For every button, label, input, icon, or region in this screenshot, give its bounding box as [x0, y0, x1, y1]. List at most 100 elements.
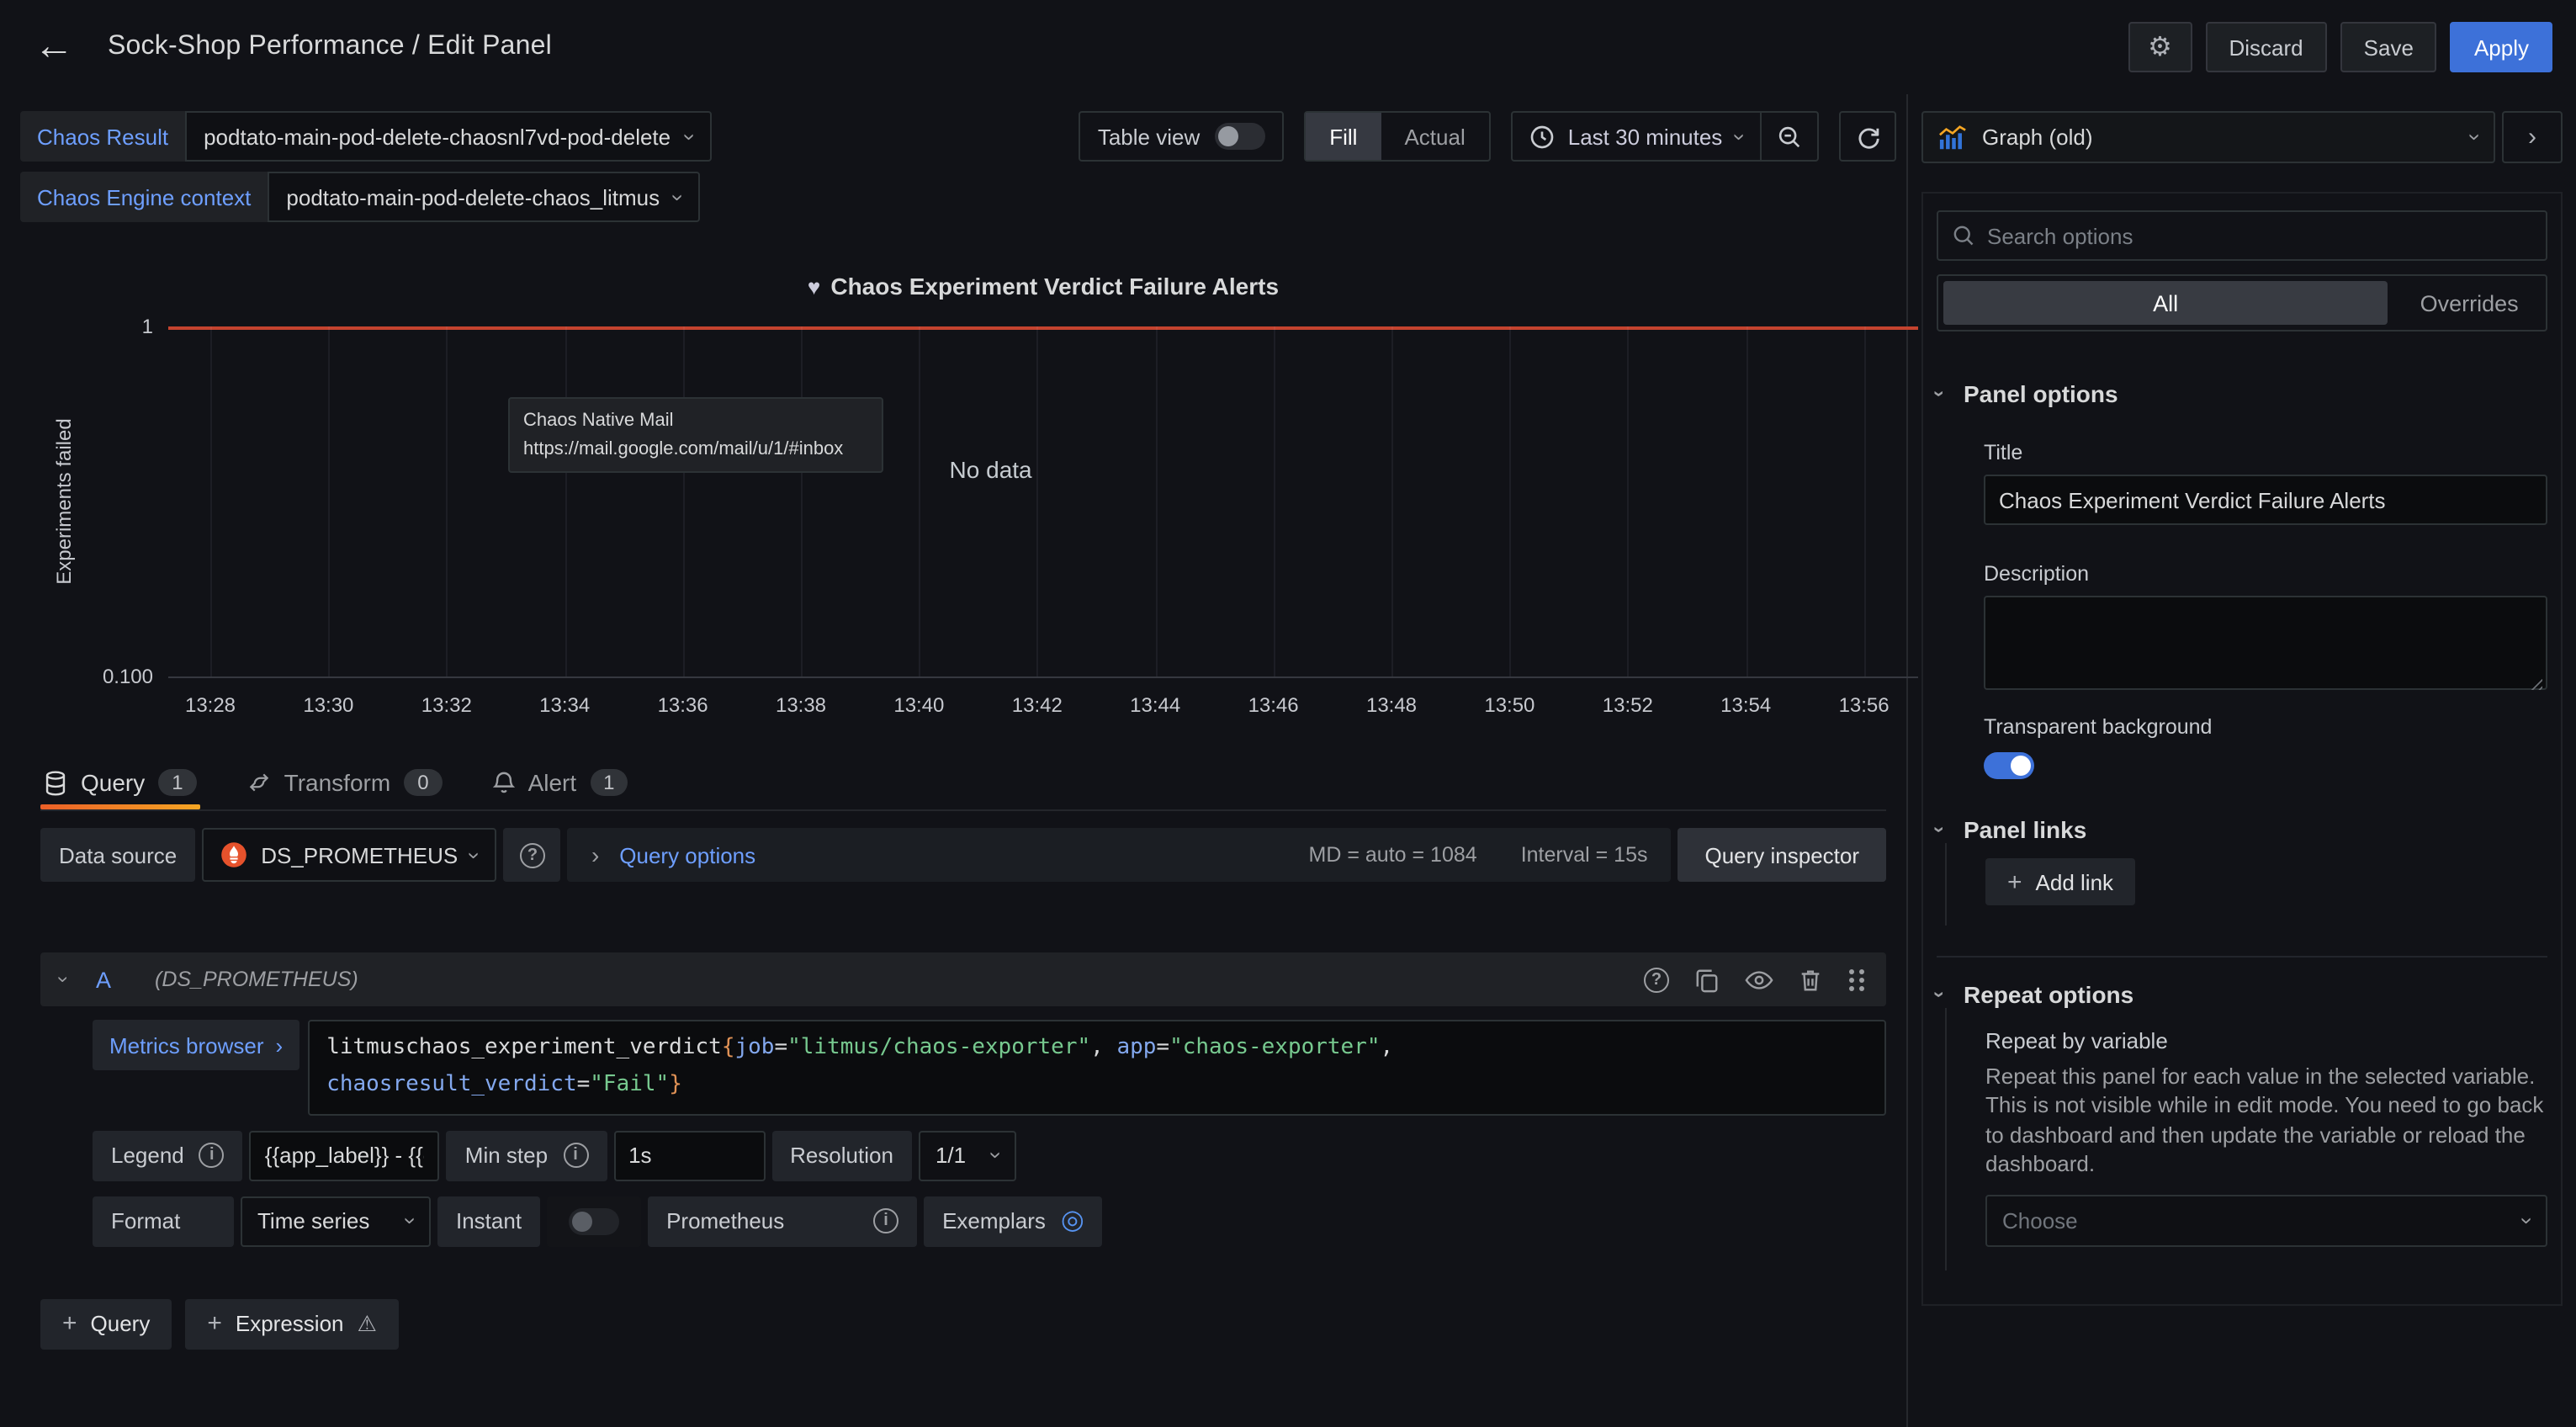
x-axis-tick: 13:50	[1484, 693, 1534, 717]
options-pane: All Overrides › Panel options Title Desc…	[1921, 192, 2563, 1306]
format-select[interactable]: Time series›	[241, 1196, 431, 1246]
visualization-picker[interactable]: Graph (old) ›	[1921, 111, 2495, 163]
drag-handle-icon[interactable]	[1847, 967, 1866, 992]
variable-value: podtato-main-pod-delete-chaos_litmus	[286, 184, 660, 210]
back-button[interactable]: ←	[24, 17, 84, 77]
exemplars-toggle[interactable]: Exemplars◎	[924, 1196, 1103, 1246]
chevron-down-icon: ›	[2516, 1217, 2538, 1225]
tab-label: Query	[81, 769, 145, 796]
table-view-toggle[interactable]	[1215, 123, 1265, 150]
repeat-variable-select[interactable]: Choose›	[1985, 1195, 2547, 1247]
query-ref-id: A	[96, 967, 111, 992]
transparent-background-toggle[interactable]	[1984, 752, 2034, 779]
panel-edit-area: Chaos Result podtato-main-pod-delete-cha…	[0, 94, 1906, 1427]
eye-icon[interactable]	[1745, 967, 1773, 992]
add-expression-button[interactable]: +Expression⚠	[185, 1298, 398, 1349]
chevron-down-icon: ›	[678, 133, 700, 141]
search-icon	[1952, 224, 1975, 247]
metrics-browser-button[interactable]: Metrics browser›	[93, 1020, 299, 1070]
section-panel-options[interactable]: › Panel options	[1937, 380, 2547, 407]
gridline	[447, 326, 448, 676]
chevron-down-icon: ›	[2464, 134, 2486, 141]
tab-all[interactable]: All	[1943, 281, 2388, 325]
min-step-input[interactable]	[613, 1130, 765, 1180]
datasource-label: Data source	[40, 828, 195, 882]
chevron-right-icon: ›	[276, 1032, 284, 1058]
threshold-line	[168, 326, 1918, 330]
query-inspector-button[interactable]: Query inspector	[1678, 828, 1886, 882]
resolution-select[interactable]: 1/1›	[919, 1130, 1016, 1180]
tab-overrides[interactable]: Overrides	[2393, 276, 2546, 330]
duplicate-icon[interactable]	[1694, 967, 1720, 992]
tab-label: Transform	[284, 769, 391, 796]
legend-input[interactable]	[250, 1130, 440, 1180]
datasource-help-button[interactable]: ?	[504, 828, 561, 882]
grafana-edit-panel: ← Sock-Shop Performance / Edit Panel ⚙ D…	[0, 0, 2576, 1427]
chevron-right-icon: ›	[591, 841, 599, 868]
query-row-header[interactable]: › A (DS_PROMETHEUS) ?	[40, 952, 1886, 1006]
tab-alert[interactable]: Alert 1	[490, 756, 632, 809]
panel-settings-button[interactable]: ⚙	[2128, 22, 2192, 72]
variable-chaos-engine-context: Chaos Engine context podtato-main-pod-de…	[20, 172, 701, 222]
gridline	[1628, 326, 1630, 676]
variable-value-dropdown[interactable]: podtato-main-pod-delete-chaos_litmus ›	[268, 172, 700, 222]
clock-icon	[1529, 124, 1555, 149]
x-axis-tick: 13:32	[421, 693, 472, 717]
discard-button[interactable]: Discard	[2206, 22, 2327, 72]
query-options-row-2: Format Time series› Instant Prometheusi	[93, 1196, 1886, 1246]
section-repeat-options[interactable]: › Repeat options	[1937, 981, 2547, 1008]
gridline	[801, 326, 803, 676]
min-step-label: Min stepi	[447, 1130, 607, 1180]
info-icon: i	[563, 1143, 588, 1168]
chevron-down-icon: ›	[985, 1152, 1007, 1159]
add-link-button[interactable]: +Add link	[1985, 858, 2135, 905]
x-axis-tick: 13:36	[658, 693, 708, 717]
time-picker: Last 30 minutes ›	[1511, 111, 1819, 162]
y-axis-tick: 1	[142, 315, 153, 338]
panel-title-input[interactable]	[1984, 475, 2547, 525]
gridline	[1509, 326, 1511, 676]
time-range-button[interactable]: Last 30 minutes ›	[1513, 113, 1760, 160]
gridline	[1037, 326, 1039, 676]
collapse-sidebar-button[interactable]: ›	[2502, 111, 2563, 163]
gridline	[1746, 326, 1747, 676]
refresh-button[interactable]	[1839, 111, 1896, 162]
panel-links-content: +Add link	[1945, 843, 2547, 926]
collapse-icon[interactable]: ›	[54, 976, 74, 983]
variable-label: Chaos Result	[20, 111, 185, 162]
description-field-label: Description	[1984, 562, 2547, 586]
gridline	[1864, 326, 1866, 676]
options-search-input[interactable]	[1987, 223, 2532, 248]
promql-expression-input[interactable]: litmuschaos_experiment_verdict{job="litm…	[308, 1020, 1886, 1115]
table-view-toggle-group[interactable]: Table view	[1079, 111, 1284, 162]
save-button[interactable]: Save	[2340, 22, 2437, 72]
query-options-toggle[interactable]: Query options	[619, 842, 755, 867]
heart-icon: ♥	[808, 274, 820, 300]
trash-icon[interactable]	[1799, 967, 1822, 992]
bell-icon	[493, 771, 515, 794]
instant-toggle[interactable]	[569, 1207, 619, 1234]
apply-button[interactable]: Apply	[2451, 22, 2552, 72]
gridline	[564, 326, 566, 676]
repeat-by-variable-label: Repeat by variable	[1985, 1028, 2547, 1053]
add-query-button[interactable]: +Query	[40, 1298, 172, 1349]
tab-transform[interactable]: Transform 0	[244, 756, 446, 809]
options-search[interactable]	[1937, 210, 2547, 261]
zoom-out-button[interactable]	[1760, 113, 1817, 160]
help-icon[interactable]: ?	[1644, 967, 1669, 992]
graph-viz-icon	[1938, 124, 1967, 151]
datasource-picker[interactable]: DS_PROMETHEUS ›	[202, 828, 497, 882]
query-options-strip: › Query options MD = auto = 1084 Interva…	[568, 828, 1672, 882]
panel-description-textarea[interactable]	[1984, 596, 2547, 690]
x-axis-tick: 13:28	[185, 693, 236, 717]
x-axis-tick: 13:30	[303, 693, 353, 717]
fill-option[interactable]: Fill	[1306, 113, 1381, 160]
variable-value-dropdown[interactable]: podtato-main-pod-delete-chaosnl7vd-pod-d…	[185, 111, 712, 162]
chart-plot-area[interactable]: 1 0.100 Experiments failed No data Chaos…	[168, 326, 1918, 678]
tab-query[interactable]: Query 1	[40, 756, 200, 809]
view-controls: Table view Fill Actual Last 30 minutes ›	[1079, 111, 1896, 162]
actual-option[interactable]: Actual	[1381, 113, 1488, 160]
x-axis-tick: 13:54	[1720, 693, 1771, 717]
section-panel-links[interactable]: › Panel links	[1937, 816, 2547, 843]
x-axis-tick: 13:46	[1248, 693, 1299, 717]
